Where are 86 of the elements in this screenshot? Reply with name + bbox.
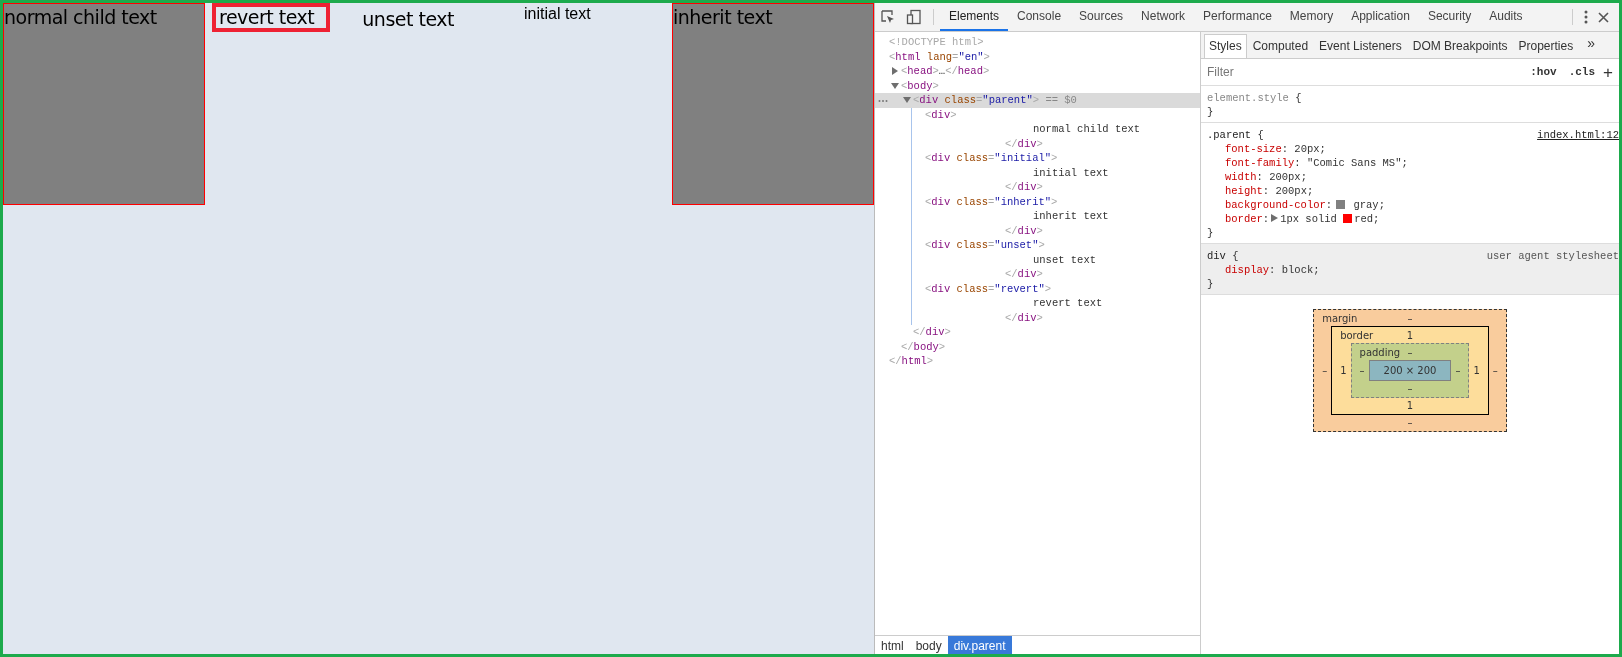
devtools-tab[interactable]: Memory xyxy=(1280,3,1343,31)
collapse-triangle-icon[interactable] xyxy=(891,81,899,90)
collapse-triangle-icon[interactable] xyxy=(903,96,911,104)
closing-brace: } xyxy=(1207,105,1215,119)
box-value: – xyxy=(1358,365,1366,376)
devtools-tab[interactable]: Elements xyxy=(940,3,1009,31)
dom-text-line: inherit text xyxy=(1032,209,1110,224)
box-value: – xyxy=(1406,382,1414,394)
dom-node-line[interactable]: <div class="unset"> xyxy=(875,238,1200,253)
devtools-tab[interactable]: Audits xyxy=(1480,3,1532,31)
toggle-button[interactable]: :hov xyxy=(1524,66,1563,78)
sidebar-tab[interactable]: Computed xyxy=(1247,34,1314,58)
devtools-tab[interactable]: Console xyxy=(1008,3,1071,31)
dom-text-line: revert text xyxy=(1032,296,1104,311)
devtools-tab[interactable]: Network xyxy=(1132,3,1195,31)
box-label: border xyxy=(1339,330,1374,341)
rule-selector: element.style { xyxy=(1207,91,1302,105)
devtools-tab[interactable]: Performance xyxy=(1194,3,1281,31)
sidebar-tab[interactable]: Event Listeners xyxy=(1314,34,1407,58)
devtools-tab[interactable]: Sources xyxy=(1070,3,1133,31)
dom-node-line[interactable]: </body> xyxy=(875,339,1200,354)
page-text: unset text xyxy=(362,7,454,31)
add-rule-button[interactable]: + xyxy=(1601,63,1615,81)
sidebar-tab[interactable]: Styles xyxy=(1204,34,1247,58)
rule-source: user agent stylesheet xyxy=(1485,249,1619,263)
breadcrumb[interactable]: html xyxy=(875,636,910,654)
expand-triangle-icon[interactable] xyxy=(1271,214,1279,222)
dom-node-line[interactable]: </div> xyxy=(875,180,1200,195)
box-value: – xyxy=(1406,347,1414,358)
filter-field[interactable]: Filter xyxy=(1205,64,1525,80)
dom-text-line: initial text xyxy=(1032,165,1110,180)
outlined-text: revert text xyxy=(212,3,331,32)
box-label: padding xyxy=(1358,347,1401,358)
color-swatch[interactable] xyxy=(1343,214,1353,223)
box-value: – xyxy=(1454,365,1462,376)
breadcrumb[interactable]: body xyxy=(909,636,948,654)
dom-text-line: normal child text xyxy=(1032,122,1142,137)
sidebar-tab[interactable]: Properties xyxy=(1513,34,1579,58)
box-label: margin xyxy=(1321,313,1358,324)
dom-node-line[interactable]: <div class="initial"> xyxy=(875,151,1200,166)
devtools-tab[interactable]: Application xyxy=(1342,3,1419,31)
dom-node-line[interactable]: <div class="revert"> xyxy=(875,281,1200,296)
css-property[interactable]: height: 200px; xyxy=(1207,184,1619,198)
css-property[interactable]: font-size: 20px; xyxy=(1207,142,1619,156)
dom-node-line[interactable]: </html> xyxy=(875,354,1200,369)
color-swatch[interactable] xyxy=(1336,200,1346,209)
page-text: initial text xyxy=(524,4,591,24)
css-property[interactable]: width: 200px; xyxy=(1207,170,1619,184)
dom-node-line[interactable]: <head>…</head> xyxy=(875,64,1200,79)
toggle-button[interactable]: .cls xyxy=(1562,66,1602,78)
box-value: – xyxy=(1491,365,1499,376)
dom-text-line: unset text xyxy=(1032,252,1097,267)
dom-node-line[interactable]: </div> xyxy=(875,310,1200,325)
css-property[interactable]: border: 1px solid red; xyxy=(1207,212,1619,226)
dom-node-line[interactable]: <html lang="en"> xyxy=(875,49,1200,64)
dom-node-line[interactable]: <body> xyxy=(875,78,1200,93)
rule-selector: div { xyxy=(1207,249,1239,263)
box-value: 1 xyxy=(1339,365,1348,376)
css-property[interactable]: display: block; xyxy=(1207,263,1619,277)
dom-node-line[interactable]: <div> xyxy=(875,107,1200,122)
box-value: – xyxy=(1406,416,1414,428)
more-dots-icon[interactable] xyxy=(878,99,888,103)
box-value: 1 xyxy=(1405,330,1415,341)
content-size: 200 × 200 xyxy=(1368,360,1452,381)
dom-node-line[interactable]: </div> xyxy=(875,223,1200,238)
box-value: – xyxy=(1321,365,1329,376)
css-property[interactable]: background-color: gray; xyxy=(1207,198,1619,212)
closing-brace: } xyxy=(1207,226,1215,240)
more-tabs-button[interactable]: » xyxy=(1579,35,1595,58)
breadcrumb[interactable]: div.parent xyxy=(947,636,1012,654)
devtools-tab[interactable]: Security xyxy=(1418,3,1481,31)
css-property[interactable]: font-family: "Comic Sans MS"; xyxy=(1207,156,1619,170)
text-box: normal child text xyxy=(3,3,205,205)
dom-node-line[interactable]: </div> xyxy=(875,136,1200,151)
box-value: 1 xyxy=(1405,399,1415,411)
box-value: – xyxy=(1406,313,1414,324)
dom-node-line[interactable]: <div class="inherit"> xyxy=(875,194,1200,209)
box-value: 1 xyxy=(1472,365,1481,376)
rule-selector: .parent { xyxy=(1207,128,1264,142)
sidebar-tab[interactable]: DOM Breakpoints xyxy=(1407,34,1513,58)
dom-node-line[interactable]: </div> xyxy=(875,325,1200,340)
dom-node-line[interactable]: </div> xyxy=(875,267,1200,282)
closing-brace: } xyxy=(1207,277,1215,291)
text-box: inherit text xyxy=(672,3,874,205)
expand-triangle-icon[interactable] xyxy=(891,67,899,75)
source-link[interactable]: index.html:12 xyxy=(1531,128,1619,142)
